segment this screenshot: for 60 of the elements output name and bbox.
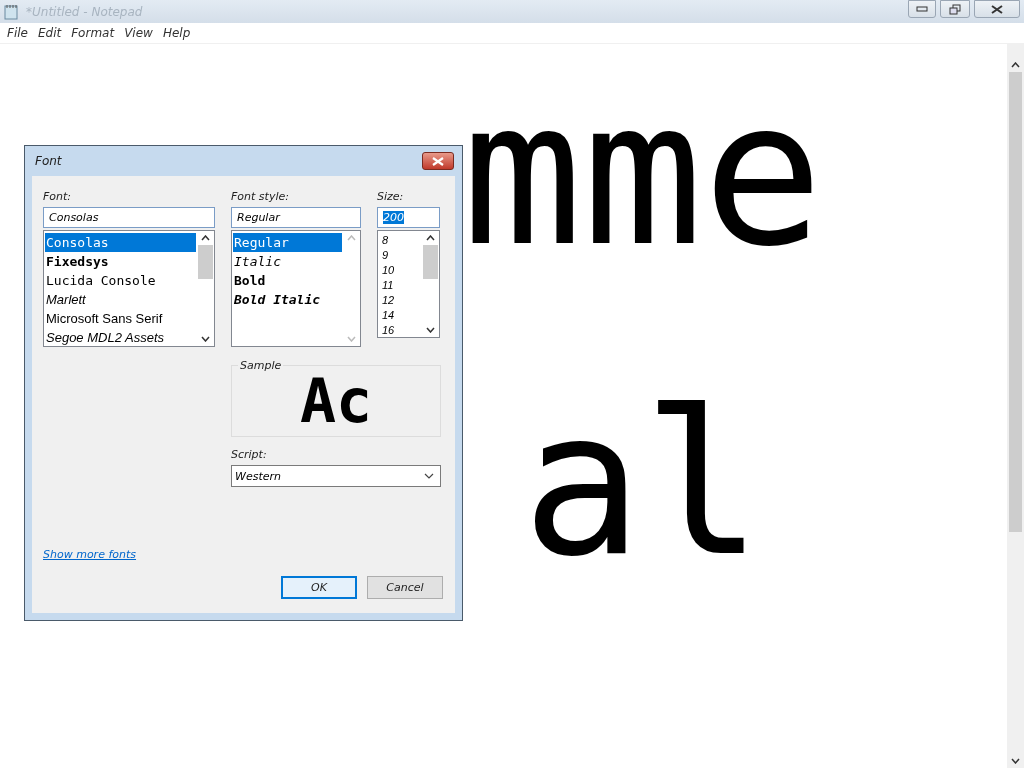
list-item[interactable]: 14 bbox=[379, 308, 421, 323]
script-dropdown[interactable]: Western bbox=[231, 465, 441, 487]
menu-item[interactable]: Format bbox=[66, 26, 120, 40]
scroll-down-icon bbox=[426, 327, 435, 333]
list-item[interactable]: Italic bbox=[233, 252, 342, 271]
sample-text: Ac bbox=[299, 369, 373, 433]
list-item[interactable]: 12 bbox=[379, 293, 421, 308]
menu-item[interactable]: Help bbox=[157, 26, 196, 40]
editor-text: al bbox=[522, 366, 763, 602]
scroll-up-icon bbox=[1011, 62, 1020, 68]
input-field[interactable]: 200 bbox=[377, 207, 440, 228]
field-label: Size: bbox=[377, 190, 405, 203]
notepad-icon bbox=[4, 3, 18, 20]
input-field[interactable]: Regular bbox=[231, 207, 361, 228]
close-icon bbox=[991, 4, 1003, 14]
field-label: Font style: bbox=[231, 190, 290, 203]
field-label: Font: bbox=[43, 190, 73, 203]
chevron-down-icon bbox=[424, 473, 434, 479]
dialog-title: Font bbox=[35, 154, 62, 168]
menu-item[interactable]: File bbox=[2, 26, 33, 40]
close-icon bbox=[432, 156, 444, 166]
list-item[interactable]: Bold Italic bbox=[233, 290, 342, 309]
scrollbar-thumb[interactable] bbox=[1009, 72, 1022, 532]
list-item[interactable]: 16 bbox=[379, 323, 421, 337]
list-item[interactable]: Regular bbox=[233, 233, 342, 252]
scroll-down-icon bbox=[347, 336, 356, 342]
menu-item[interactable]: Edit bbox=[32, 26, 67, 40]
scrollbar-thumb[interactable] bbox=[423, 245, 438, 279]
list-item[interactable]: Lucida Console bbox=[45, 271, 196, 290]
list-item[interactable]: 11 bbox=[379, 278, 421, 293]
scroll-down-icon bbox=[201, 336, 210, 342]
restore-icon bbox=[949, 3, 961, 15]
dialog-button[interactable]: Cancel bbox=[367, 576, 443, 599]
minimize-icon bbox=[916, 6, 928, 12]
list-item[interactable]: Consolas bbox=[45, 233, 196, 252]
close-button[interactable] bbox=[974, 0, 1020, 18]
group-label: Sample bbox=[238, 359, 284, 372]
list-item[interactable]: Marlett bbox=[45, 290, 196, 309]
scroll-down-icon bbox=[1011, 758, 1020, 764]
scrollbar[interactable] bbox=[1007, 44, 1024, 768]
input-field[interactable]: Consolas bbox=[43, 207, 215, 228]
list-item[interactable]: Segoe MDL2 Assets bbox=[45, 328, 196, 346]
list-item[interactable]: 8 bbox=[379, 233, 421, 248]
list-item[interactable]: Fixedsys bbox=[45, 252, 196, 271]
scroll-up-icon bbox=[426, 235, 435, 241]
close-button[interactable] bbox=[422, 152, 454, 170]
minimize-button[interactable] bbox=[908, 0, 936, 18]
scroll-up-icon bbox=[201, 235, 210, 241]
scrollbar-thumb[interactable] bbox=[198, 245, 213, 279]
dialog-button[interactable]: OK bbox=[281, 576, 357, 599]
list-item[interactable]: Bold bbox=[233, 271, 342, 290]
menu-item[interactable]: View bbox=[119, 26, 158, 40]
list-item[interactable]: 9 bbox=[379, 248, 421, 263]
list-item[interactable]: 10 bbox=[379, 263, 421, 278]
scroll-up-icon bbox=[347, 235, 356, 241]
field-label: Script: bbox=[231, 448, 268, 461]
editor-text: mme bbox=[462, 56, 824, 292]
restore-button[interactable] bbox=[940, 0, 970, 18]
list-item[interactable]: Microsoft Sans Serif bbox=[45, 309, 196, 328]
show-more-fonts-link[interactable]: Show more fonts bbox=[43, 548, 137, 561]
